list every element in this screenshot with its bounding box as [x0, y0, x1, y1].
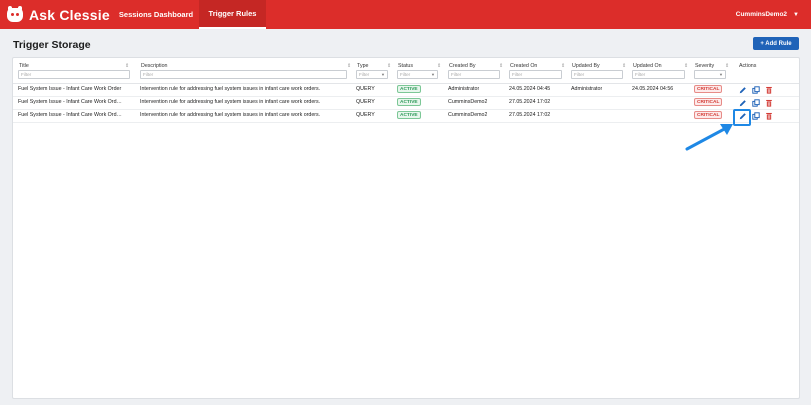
row-divider — [13, 109, 799, 110]
title-filter-input[interactable]: Filter — [18, 70, 130, 79]
created-on-filter-input[interactable]: Filter — [509, 70, 562, 79]
column-header-description[interactable]: Description — [141, 63, 168, 69]
chevron-down-icon: ▼ — [381, 72, 385, 77]
chevron-down-icon: ▼ — [431, 72, 435, 77]
trash-icon[interactable] — [765, 99, 773, 107]
cell-created-by: CumminsDemo2 — [448, 112, 488, 118]
severity-badge: CRITICAL — [694, 111, 723, 119]
severity-badge: CRITICAL — [694, 85, 723, 93]
column-header-actions: Actions — [739, 63, 757, 69]
column-header-updated-on[interactable]: Updated On — [633, 63, 662, 69]
brand[interactable]: Ask Clessie — [0, 5, 113, 24]
status-badge: ACTIVE — [397, 85, 421, 93]
cell-type: QUERY — [356, 99, 375, 105]
cell-title: Fuel System Issue - Infant Care Work Ord… — [18, 99, 122, 105]
sort-icon[interactable]: ⇕ — [622, 63, 626, 69]
column-header-status[interactable]: Status — [398, 63, 413, 69]
add-rule-button[interactable]: + Add Rule — [753, 37, 799, 50]
top-nav-bar: Ask Clessie Sessions Dashboard Trigger R… — [0, 0, 811, 29]
clessie-logo-icon — [6, 5, 24, 24]
sort-icon[interactable]: ⇕ — [437, 63, 441, 69]
tab-sessions-dashboard[interactable]: Sessions Dashboard — [113, 0, 199, 29]
column-header-created-on[interactable]: Created On — [510, 63, 537, 69]
trash-icon[interactable] — [765, 112, 773, 120]
sort-icon[interactable]: ⇕ — [347, 63, 351, 69]
tab-trigger-rules[interactable]: Trigger Rules — [199, 0, 266, 29]
column-header-type[interactable]: Type — [357, 63, 368, 69]
sort-icon[interactable]: ⇕ — [561, 63, 565, 69]
pencil-icon[interactable] — [739, 86, 747, 94]
copy-icon[interactable] — [752, 112, 760, 120]
cell-title: Fuel System Issue - Infant Care Work Ord… — [18, 86, 122, 92]
sort-icon[interactable]: ⇕ — [387, 63, 391, 69]
chevron-down-icon: ▼ — [793, 11, 799, 18]
updated-on-filter-input[interactable]: Filter — [632, 70, 685, 79]
cell-created-on: 27.05.2024 17:02 — [509, 99, 551, 105]
cell-title: Fuel System Issue - Infant Care Work Ord… — [18, 112, 122, 118]
description-filter-input[interactable]: Filter — [140, 70, 347, 79]
status-badge: ACTIVE — [397, 98, 421, 106]
updated-by-filter-input[interactable]: Filter — [571, 70, 623, 79]
user-name: CumminsDemo2 — [735, 11, 788, 18]
cell-updated-by: Administrator — [571, 86, 603, 92]
column-header-title[interactable]: Title — [19, 63, 29, 69]
severity-filter-select[interactable]: ▼ — [694, 70, 726, 79]
trigger-table-panel: Title ⇕ Description ⇕ Type ⇕ Status ⇕ Cr… — [12, 57, 800, 399]
created-by-filter-input[interactable]: Filter — [448, 70, 500, 79]
brand-name: Ask Clessie — [29, 6, 110, 23]
sort-icon[interactable]: ⇕ — [499, 63, 503, 69]
cell-created-on: 24.05.2024 04:45 — [509, 86, 551, 92]
status-badge: ACTIVE — [397, 111, 421, 119]
cell-type: QUERY — [356, 112, 375, 118]
type-filter-select[interactable]: Filter ▼ — [356, 70, 388, 79]
sort-icon[interactable]: ⇕ — [125, 63, 129, 69]
sort-icon[interactable]: ⇕ — [684, 63, 688, 69]
column-header-severity[interactable]: Severity — [695, 63, 714, 69]
chevron-down-icon: ▼ — [719, 72, 723, 77]
row-divider — [13, 122, 799, 123]
status-filter-select[interactable]: Filter ▼ — [397, 70, 438, 79]
copy-icon[interactable] — [752, 86, 760, 94]
column-header-updated-by[interactable]: Updated By — [572, 63, 600, 69]
cell-updated-on: 24.05.2024 04:56 — [632, 86, 674, 92]
user-menu[interactable]: CumminsDemo2 ▼ — [736, 0, 799, 29]
row-divider — [13, 96, 799, 97]
column-header-created-by[interactable]: Created By — [449, 63, 476, 69]
trash-icon[interactable] — [765, 86, 773, 94]
page-title: Trigger Storage — [13, 39, 91, 51]
severity-badge: CRITICAL — [694, 98, 723, 106]
cell-description: Intervention rule for addressing fuel sy… — [140, 99, 321, 105]
cell-created-by: CumminsDemo2 — [448, 99, 488, 105]
cell-description: Intervention rule for addressing fuel sy… — [140, 86, 321, 92]
cell-created-by: Administrator — [448, 86, 480, 92]
header-divider — [13, 83, 799, 84]
pointer-arrow-icon — [685, 124, 733, 151]
pencil-icon[interactable] — [739, 99, 747, 107]
cell-created-on: 27.05.2024 17:02 — [509, 112, 551, 118]
cell-type: QUERY — [356, 86, 375, 92]
copy-icon[interactable] — [752, 99, 760, 107]
cell-description: Intervention rule for addressing fuel sy… — [140, 112, 321, 118]
sort-icon[interactable]: ⇕ — [725, 63, 729, 69]
